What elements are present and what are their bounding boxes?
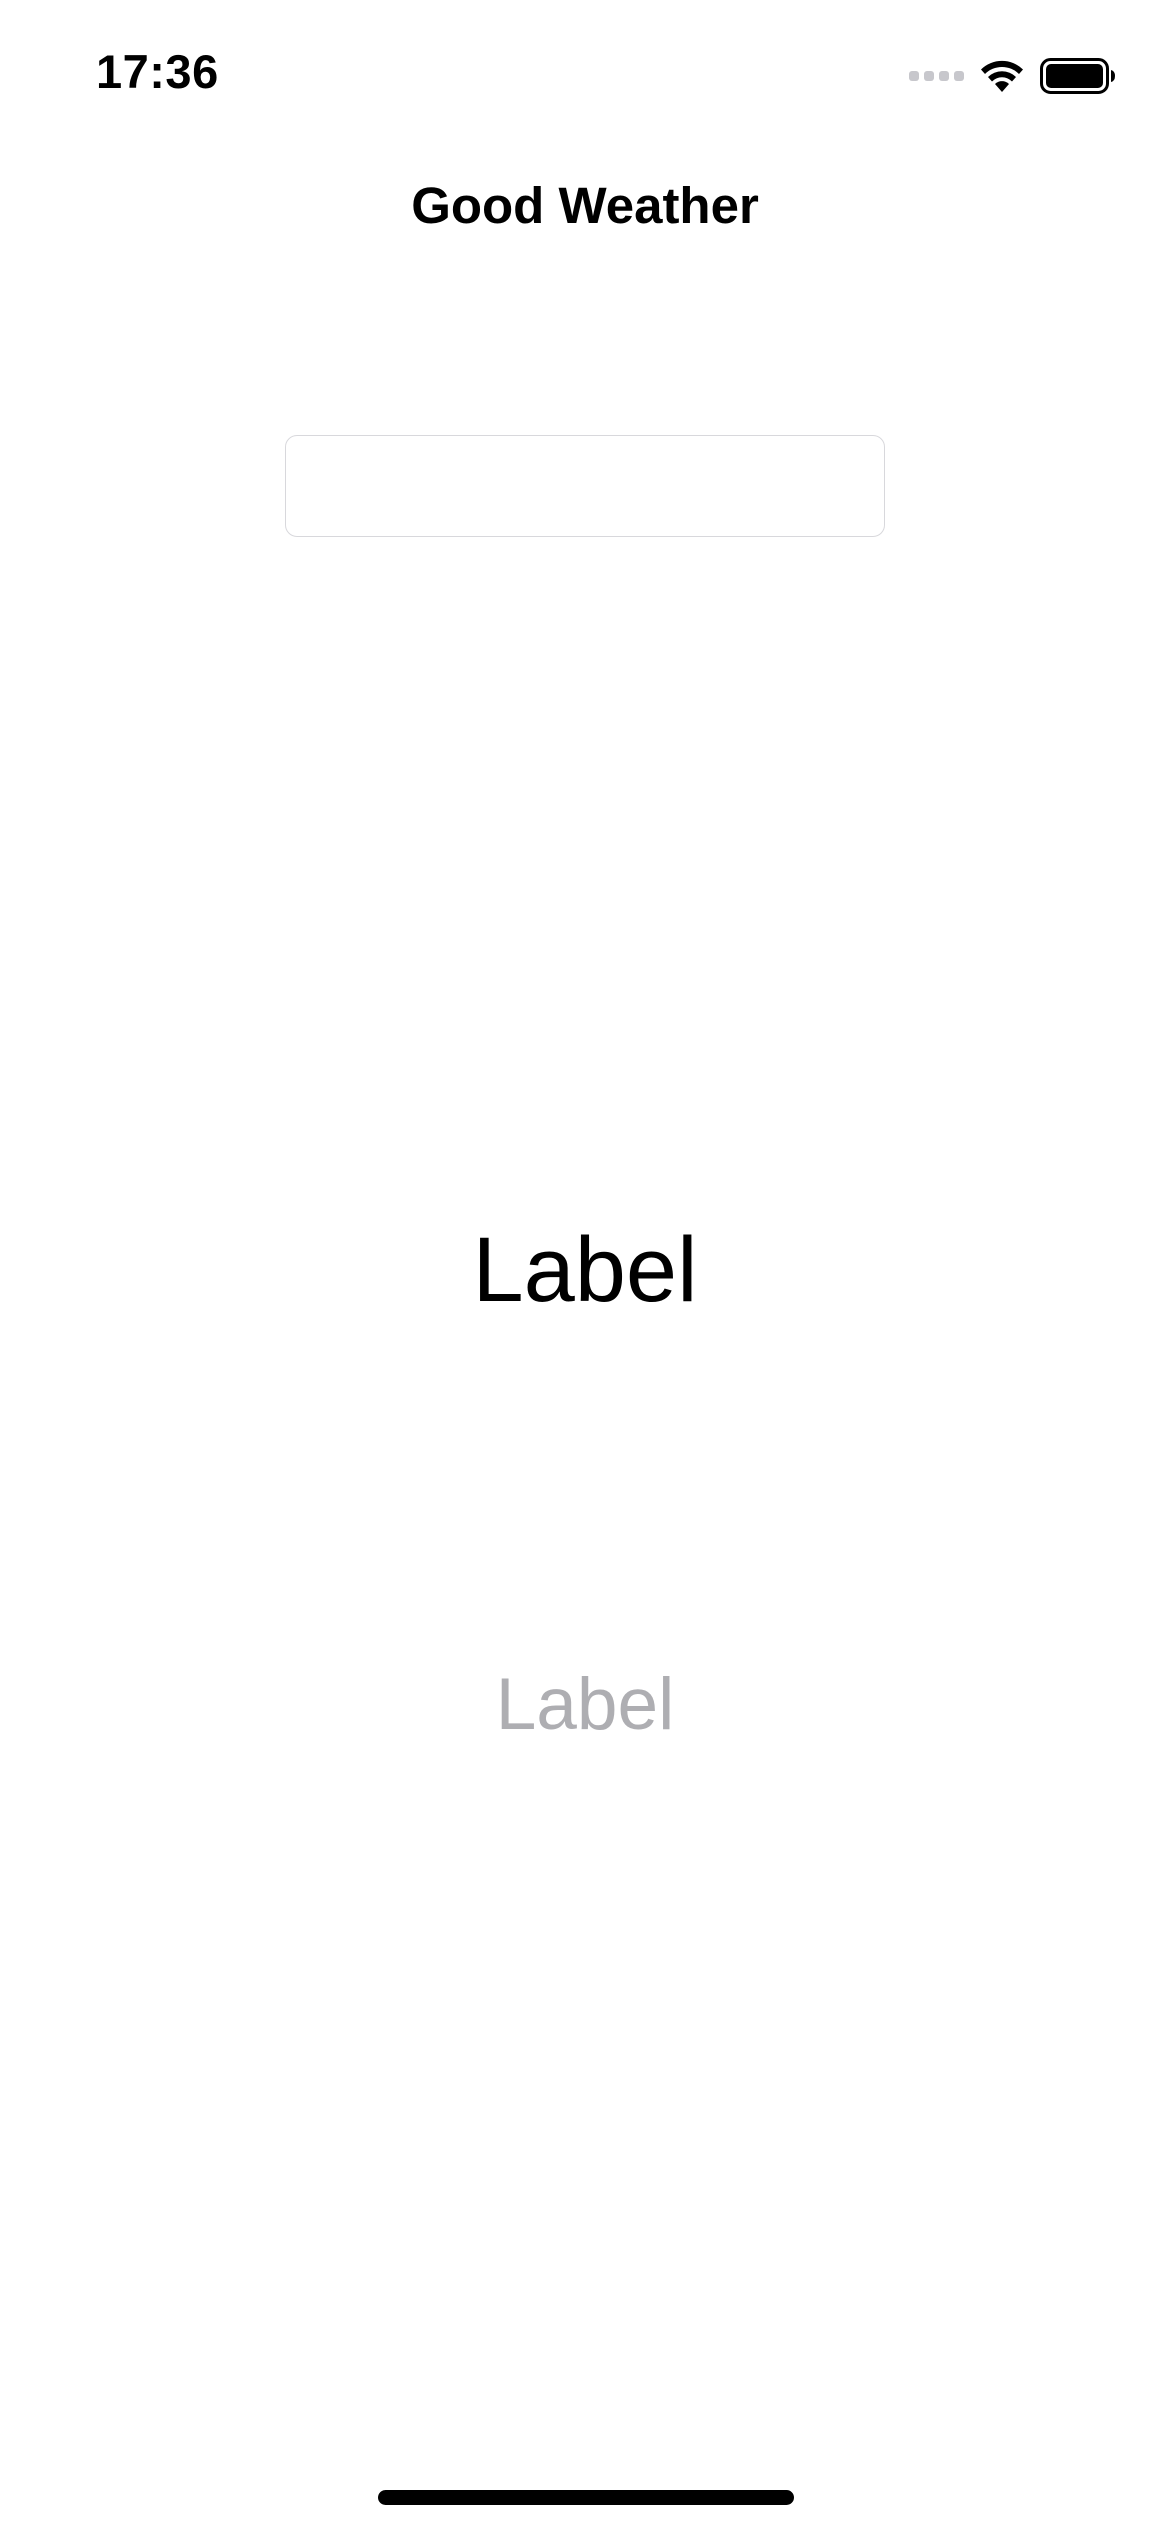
cellular-signal-icon bbox=[909, 71, 964, 81]
page-title: Good Weather bbox=[411, 177, 759, 234]
status-icons bbox=[909, 52, 1118, 100]
status-bar: 17:36 bbox=[0, 0, 1170, 140]
wifi-icon bbox=[981, 60, 1023, 92]
home-indicator[interactable] bbox=[378, 2490, 794, 2505]
status-time: 17:36 bbox=[96, 45, 219, 98]
battery-icon bbox=[1040, 58, 1115, 94]
city-input[interactable] bbox=[285, 435, 885, 537]
temperature-label: Label bbox=[472, 1219, 698, 1321]
humidity-label: Label bbox=[495, 1664, 675, 1745]
